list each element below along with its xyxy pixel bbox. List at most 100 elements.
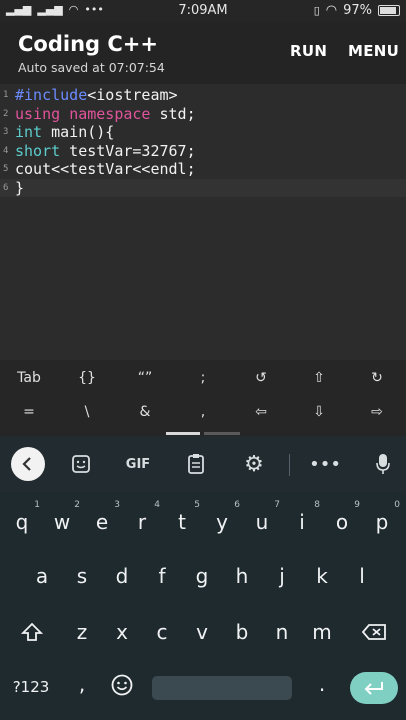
symbol-key[interactable]: “” — [116, 370, 174, 386]
letter-key[interactable]: q1 — [2, 500, 42, 534]
screen-icon: ▯ — [313, 4, 320, 17]
battery-percent: 97% — [343, 3, 372, 18]
code-line[interactable]: 5 cout<<testVar<<endl; — [0, 160, 406, 178]
symbol-key[interactable]: ⇧ — [290, 370, 348, 386]
letter-key[interactable]: d — [102, 564, 142, 588]
comma-key[interactable]: , — [62, 672, 102, 696]
symbol-key[interactable]: , — [174, 404, 232, 420]
code-text: } — [15, 179, 24, 197]
menu-button[interactable]: MENU — [348, 42, 399, 60]
symbol-key[interactable]: {} — [58, 370, 116, 386]
enter-key[interactable] — [350, 672, 398, 704]
letter-key[interactable]: o9 — [322, 500, 362, 534]
letter-key[interactable]: s — [62, 564, 102, 588]
code-text: int main(){ — [15, 123, 114, 141]
letter-key[interactable]: w2 — [42, 500, 82, 534]
letter-key[interactable]: z — [62, 620, 102, 644]
code-token: } — [15, 178, 25, 197]
letter-key[interactable]: n — [262, 620, 302, 644]
symbol-key[interactable]: & — [116, 404, 174, 420]
code-keyword: short — [15, 141, 61, 160]
letter-key[interactable]: k — [302, 564, 342, 588]
clipboard-icon[interactable] — [184, 450, 208, 478]
key-letter: q — [15, 510, 29, 534]
symbol-key[interactable]: ⇨ — [348, 404, 406, 420]
symbol-key[interactable]: ⇩ — [290, 404, 348, 420]
shift-key[interactable] — [12, 622, 52, 647]
microphone-icon[interactable] — [370, 450, 396, 478]
code-keyword: using — [15, 104, 61, 123]
letter-key[interactable]: t5 — [162, 500, 202, 534]
letter-key[interactable]: x — [102, 620, 142, 644]
code-line[interactable]: 3 int main(){ — [0, 123, 406, 141]
keyboard-toolbar: GIF ⚙ ••• — [0, 436, 406, 492]
letter-key[interactable]: f — [142, 564, 182, 588]
letter-key[interactable]: j — [262, 564, 302, 588]
code-token: std; — [150, 104, 196, 123]
symbol-key[interactable]: ↺ — [232, 370, 290, 386]
letter-key[interactable]: y6 — [202, 500, 242, 534]
code-line[interactable]: 4 short testVar=32767; — [0, 142, 406, 160]
code-editor[interactable]: 1 #include<iostream> 2 using namespace std;… — [0, 84, 406, 360]
back-chevron-icon[interactable] — [11, 447, 45, 481]
key-letter: e — [95, 510, 109, 534]
autosave-status: Auto saved at 07:07:54 — [18, 60, 165, 75]
letter-key[interactable]: p0 — [362, 500, 402, 534]
gear-icon[interactable]: ⚙ — [240, 450, 268, 478]
code-line[interactable]: 6} — [0, 178, 406, 197]
letter-key[interactable]: u7 — [242, 500, 282, 534]
letter-key[interactable]: l — [342, 564, 382, 588]
run-button[interactable]: RUN — [290, 42, 327, 60]
key-hint-number: 4 — [154, 500, 160, 510]
letter-key[interactable]: b — [222, 620, 262, 644]
key-hint-number: 6 — [234, 500, 240, 510]
code-text: short testVar=32767; — [15, 142, 196, 160]
code-text: using namespace std; — [15, 105, 196, 123]
space-key[interactable] — [152, 676, 292, 700]
key-letter: t — [178, 510, 186, 534]
symbol-key[interactable]: ↻ — [348, 370, 406, 386]
letter-key[interactable]: r4 — [122, 500, 162, 534]
code-text: #include<iostream> — [15, 86, 178, 104]
line-number: 5 — [3, 164, 9, 174]
sticker-icon[interactable] — [68, 450, 94, 478]
code-token: cout<<testVar<<endl; — [15, 160, 196, 178]
line-number: 2 — [3, 108, 9, 119]
letter-key[interactable]: g — [182, 564, 222, 588]
more-icon[interactable]: ••• — [309, 450, 341, 478]
letter-key[interactable]: h — [222, 564, 262, 588]
period-key[interactable]: . — [302, 672, 342, 696]
symbol-key[interactable]: \ — [58, 404, 116, 420]
code-token: testVar=32767; — [60, 141, 196, 160]
code-keyword: #include — [15, 86, 88, 104]
letter-key[interactable]: i8 — [282, 500, 322, 534]
symbol-key[interactable]: Tab — [0, 370, 58, 386]
key-hint-number: 0 — [394, 500, 400, 510]
letter-key[interactable]: e3 — [82, 500, 122, 534]
status-right-icons: ▯ ◠ 97% — [314, 3, 400, 18]
letter-key[interactable]: a — [22, 564, 62, 588]
line-number: 1 — [3, 90, 9, 100]
code-text: cout<<testVar<<endl; — [15, 160, 196, 178]
letter-key[interactable]: m — [302, 620, 342, 644]
symbol-page-indicator-active — [166, 432, 200, 435]
app-title: Coding C++ — [18, 32, 158, 56]
symbol-key[interactable]: ; — [174, 370, 232, 386]
emoji-icon[interactable] — [102, 674, 142, 701]
key-hint-number: 3 — [114, 500, 120, 510]
key-letter: p — [375, 510, 389, 534]
code-line[interactable]: 2 using namespace std; — [0, 105, 406, 123]
soft-keyboard: ?123 , . q1w2e3r4t5y6u7i8o9p0asdfghjklzx… — [0, 492, 406, 720]
symbol-page-indicator — [204, 432, 240, 435]
gif-icon[interactable]: GIF — [120, 450, 156, 478]
toolbar-divider — [289, 454, 290, 476]
letter-key[interactable]: c — [142, 620, 182, 644]
backspace-key[interactable] — [354, 622, 394, 646]
line-number: 4 — [3, 145, 9, 156]
numbers-key[interactable]: ?123 — [8, 678, 54, 696]
letter-key[interactable]: v — [182, 620, 222, 644]
code-line[interactable]: 1 #include<iostream> — [0, 86, 406, 104]
symbol-key[interactable]: ⇦ — [232, 404, 290, 420]
symbol-key[interactable]: = — [0, 404, 58, 420]
